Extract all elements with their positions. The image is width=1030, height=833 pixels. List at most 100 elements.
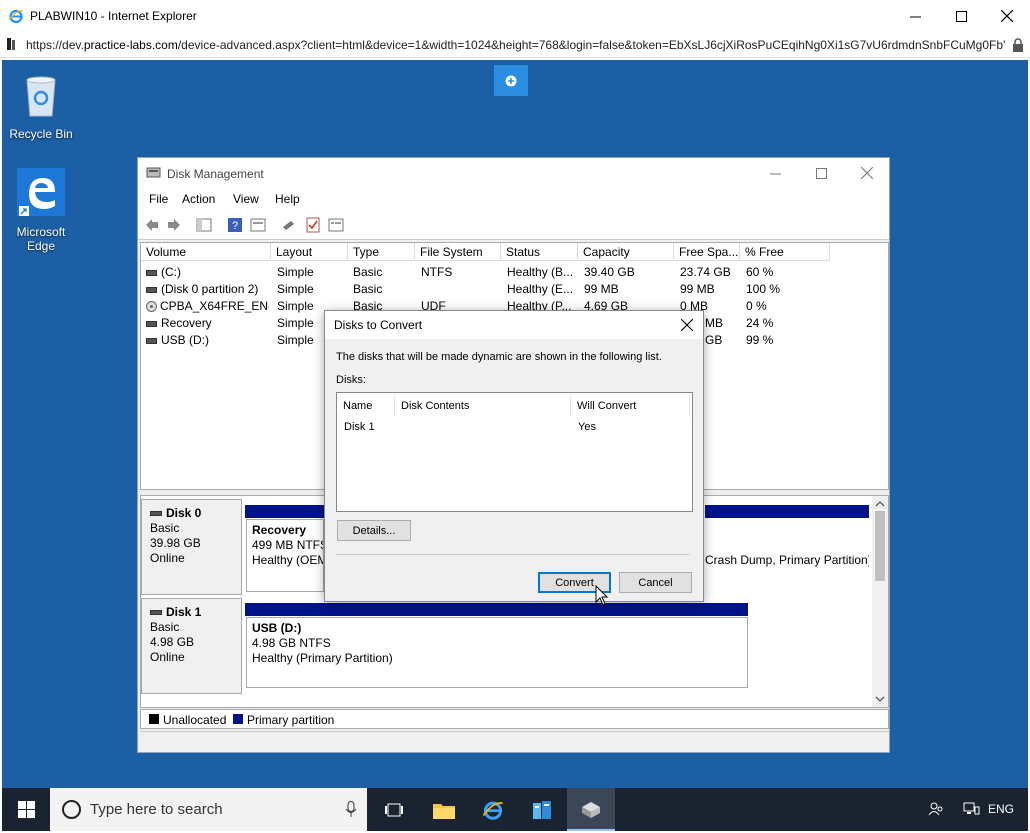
menu-help[interactable]: Help <box>275 192 300 206</box>
drive-icon <box>146 337 157 344</box>
close-button[interactable] <box>984 0 1030 32</box>
cell-volume: CPBA_X64FRE_EN-... <box>146 299 269 313</box>
column-header-file-system[interactable]: File System <box>415 243 501 261</box>
window-title: Disk Management <box>167 167 264 181</box>
column-header-will-convert[interactable]: Will Convert <box>571 395 690 417</box>
cancel-button[interactable]: Cancel <box>619 572 692 593</box>
column-header-disk-contents[interactable]: Disk Contents <box>395 395 571 417</box>
cell-percent-free: 0 % <box>746 299 767 313</box>
language-indicator[interactable]: ENG <box>988 802 1014 816</box>
folder-icon <box>433 803 455 819</box>
partition-status: Crash Dump, Primary Partition) <box>705 553 869 567</box>
menu-view[interactable]: View <box>233 192 259 206</box>
url-text[interactable]: https://dev.practice-labs.com/device-adv… <box>26 38 1011 52</box>
partition-name: Recovery <box>252 523 307 537</box>
help-icon[interactable]: ? <box>227 217 243 233</box>
remote-session-button[interactable] <box>494 65 528 96</box>
browser-title: PLABWIN10 - Internet Explorer <box>30 9 197 23</box>
column-header-type[interactable]: Type <box>348 243 415 261</box>
vertical-scrollbar[interactable] <box>872 496 888 707</box>
dialog-titlebar: Disks to Convert <box>325 311 703 339</box>
disk-name: Disk 0 <box>166 506 202 520</box>
disk-1-label[interactable]: Disk 1 Basic 4.98 GB Online <box>141 598 242 694</box>
menu-action[interactable]: Action <box>182 192 215 206</box>
server-manager-icon <box>533 800 551 819</box>
partition-c[interactable]: Crash Dump, Primary Partition) <box>705 519 869 592</box>
cell-free-space: MB <box>705 316 723 330</box>
partition-status: Healthy (Primary Partition) <box>252 651 393 665</box>
menu-bar: File Action View Help <box>138 188 889 210</box>
legend: Unallocated Primary partition <box>140 709 889 729</box>
microphone-icon[interactable] <box>345 801 357 818</box>
menu-file[interactable]: File <box>149 192 168 206</box>
scroll-up-icon[interactable] <box>872 498 888 510</box>
dialog-description: The disks that will be made dynamic are … <box>336 351 662 363</box>
url-path: /device-advanced.aspx?client=html&device… <box>177 38 1006 52</box>
details-button[interactable]: Details... <box>337 520 411 541</box>
cell-volume: Recovery <box>146 316 269 330</box>
settings-list-icon[interactable] <box>328 217 344 233</box>
disk-icon <box>150 511 162 517</box>
partition-usb-d[interactable]: USB (D:) 4.98 GB NTFS Healthy (Primary P… <box>246 617 748 688</box>
minimize-icon <box>909 16 921 17</box>
close-icon <box>681 319 693 331</box>
disks-to-convert-dialog: Disks to Convert The disks that will be … <box>324 310 704 602</box>
cell-layout: Simple <box>277 333 314 347</box>
cell-name: Disk 1 <box>344 421 375 433</box>
minimize-button[interactable] <box>752 158 798 188</box>
cell-file-system: NTFS <box>421 265 453 279</box>
network-icon[interactable] <box>963 802 980 817</box>
partition-bar <box>705 505 869 518</box>
internet-explorer-icon <box>482 801 503 820</box>
minimize-button[interactable] <box>892 0 938 32</box>
column-header-layout[interactable]: Layout <box>271 243 348 261</box>
disk-management-icon <box>146 167 161 178</box>
column-header-status[interactable]: Status <box>501 243 578 261</box>
volume-name: (C:) <box>161 265 181 279</box>
volume-name: USB (D:) <box>161 333 209 347</box>
close-button[interactable] <box>844 158 890 188</box>
maximize-button[interactable] <box>798 158 844 188</box>
address-bar[interactable]: https://dev.practice-labs.com/device-adv… <box>0 32 1030 58</box>
properties-icon[interactable] <box>250 217 266 233</box>
taskbar-search[interactable]: Type here to search <box>50 788 367 831</box>
cell-percent-free: 99 % <box>746 333 774 347</box>
dialog-close-button[interactable] <box>677 315 697 335</box>
url-prefix: https://dev. <box>26 38 84 52</box>
desktop-icon-recycle-bin[interactable]: Recycle Bin <box>3 70 79 141</box>
cell-percent-free: 60 % <box>746 265 774 279</box>
check-icon[interactable] <box>305 217 321 233</box>
server-manager-button[interactable] <box>518 788 566 831</box>
maximize-icon <box>815 167 827 179</box>
forward-arrow-icon[interactable] <box>166 217 182 233</box>
column-header-volume[interactable]: Volume <box>141 243 271 261</box>
back-arrow-icon[interactable] <box>144 217 160 233</box>
maximize-button[interactable] <box>938 0 984 32</box>
disk-size: 39.98 GB <box>150 536 201 550</box>
scrollbar-thumb[interactable] <box>875 511 885 581</box>
disk-type: Basic <box>150 521 180 535</box>
console-tree-icon[interactable] <box>196 217 212 233</box>
partition-size: 4.98 GB NTFS <box>252 636 331 650</box>
desktop-icon-microsoft-edge[interactable]: Microsoft Edge <box>3 168 79 253</box>
connect-icon[interactable] <box>281 217 297 233</box>
cell-layout: Simple <box>277 299 314 313</box>
cell-capacity: 99 MB <box>584 282 619 296</box>
cell-volume: (C:) <box>146 265 269 279</box>
task-view-button[interactable] <box>370 788 418 831</box>
people-icon[interactable] <box>928 801 944 817</box>
internet-explorer-button[interactable] <box>469 788 517 831</box>
column-header-free-space[interactable]: Free Spa... <box>674 243 740 261</box>
drive-icon <box>146 286 157 293</box>
start-button[interactable] <box>2 788 50 831</box>
partition-recovery[interactable]: Recovery 499 MB NTFS Healthy (OEM <box>246 519 324 592</box>
column-header-capacity[interactable]: Capacity <box>578 243 674 261</box>
cell-volume: (Disk 0 partition 2) <box>146 282 269 296</box>
file-explorer-button[interactable] <box>420 788 468 831</box>
column-header-name[interactable]: Name <box>337 395 395 417</box>
disks-label: Disks: <box>336 374 366 386</box>
disk-0-label[interactable]: Disk 0 Basic 39.98 GB Online <box>141 499 242 595</box>
disk-management-taskbar-button[interactable] <box>567 788 615 831</box>
column-header-percent-free[interactable]: % Free <box>740 243 830 261</box>
scroll-down-icon[interactable] <box>872 693 888 705</box>
